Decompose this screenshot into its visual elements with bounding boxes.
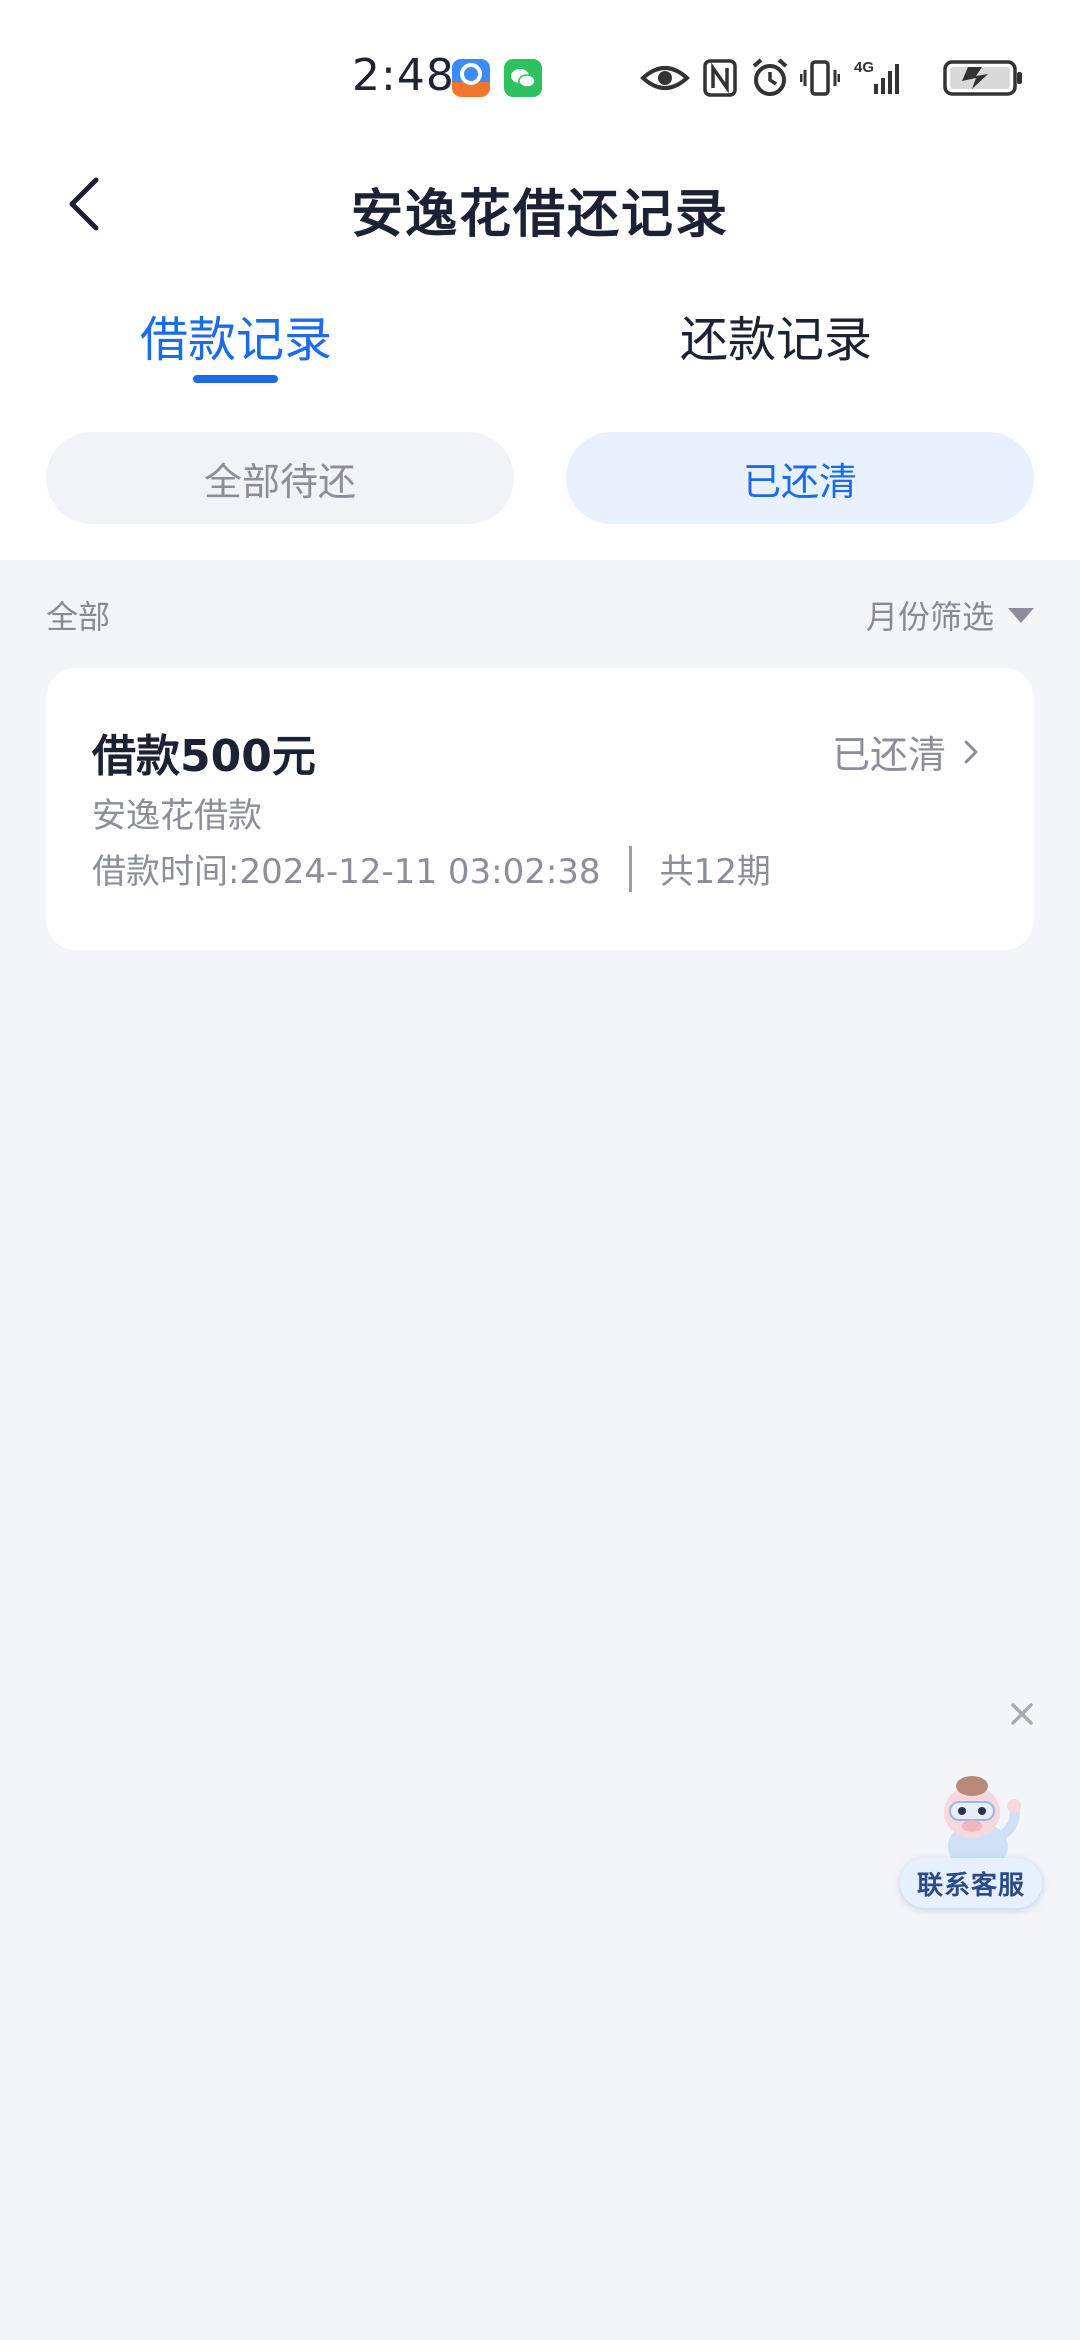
tab-borrow-records[interactable]: 借款记录 — [140, 300, 332, 370]
vibrate-icon — [800, 60, 840, 96]
status-time: 2:48 — [352, 50, 455, 101]
month-filter-label: 月份筛选 — [865, 598, 994, 636]
page-title: 安逸花借还记录 — [350, 185, 729, 245]
loan-record-card[interactable]: 借款500元 已还清 安逸花借款 借款时间:2024-12-11 03:02:3… — [46, 668, 1034, 950]
svg-text:4G: 4G — [854, 59, 874, 76]
wechat-icon — [504, 59, 542, 97]
eye-icon — [640, 66, 690, 90]
tab-indicator — [193, 375, 278, 383]
close-icon — [1011, 1703, 1033, 1725]
filter-all-pending[interactable]: 全部待还 — [46, 432, 514, 524]
alarm-icon — [752, 58, 788, 96]
loan-periods: 共12期 — [659, 852, 771, 892]
list-scope-label: 全部 — [46, 598, 111, 636]
loan-meta: 借款时间:2024-12-11 03:02:38 共12期 — [92, 844, 771, 893]
notification-app-icon — [452, 59, 490, 97]
chevron-right-icon — [964, 740, 978, 763]
loan-amount: 借款500元 — [92, 731, 316, 782]
contact-service-button[interactable]: 联系客服 — [900, 1858, 1042, 1908]
top-panel: 2:48 4G 安逸花借还记录 借款记录 还款记录 全部待还 已还清 — [0, 0, 1080, 560]
dropdown-triangle-icon — [1008, 607, 1034, 623]
signal-4g-icon: 4G — [854, 59, 899, 94]
nfc-icon — [703, 59, 737, 97]
divider — [628, 845, 632, 892]
loan-status-label: 已还清 — [831, 733, 946, 777]
filter-paid-off[interactable]: 已还清 — [566, 432, 1034, 524]
tab-repay-records[interactable]: 还款记录 — [680, 300, 872, 370]
month-filter-button[interactable]: 月份筛选 — [866, 592, 1034, 638]
loan-status: 已还清 — [832, 724, 980, 779]
battery-icon — [943, 60, 1022, 96]
loan-product: 安逸花借款 — [92, 796, 262, 836]
loan-time: 借款时间:2024-12-11 03:02:38 — [92, 852, 601, 892]
close-float-button[interactable] — [1008, 1700, 1036, 1728]
